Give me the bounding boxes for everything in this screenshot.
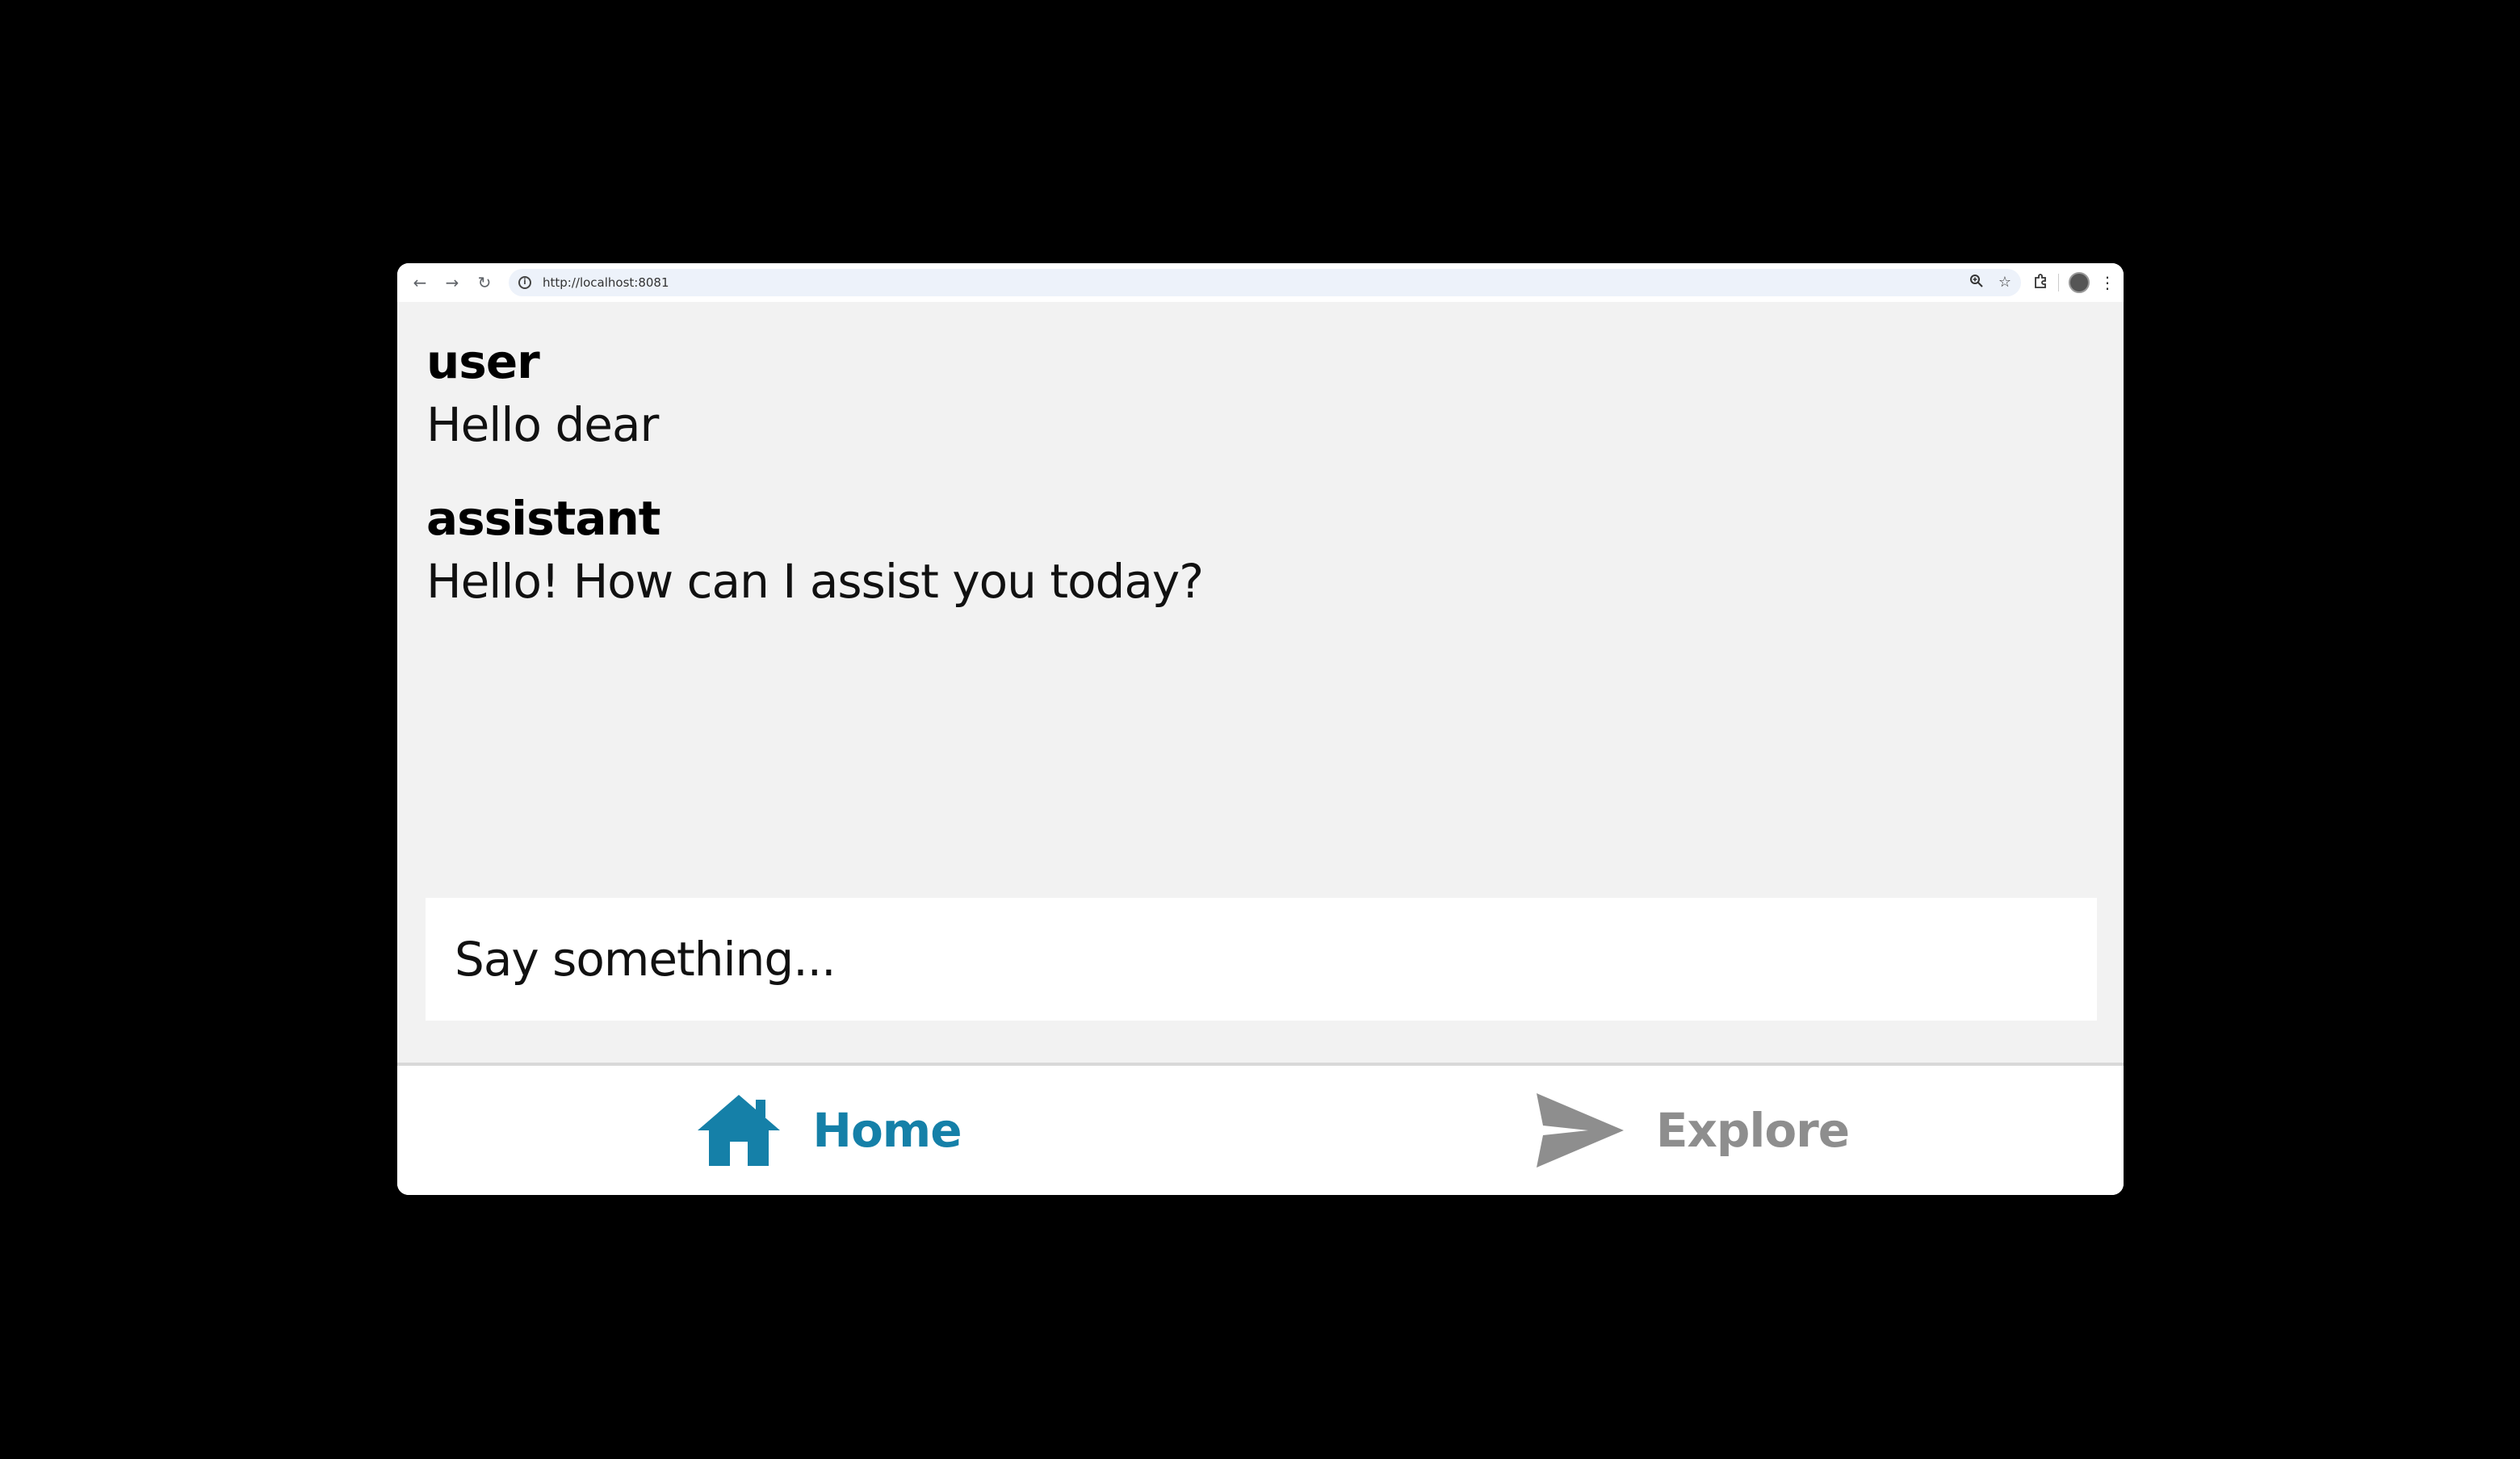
message-text: Hello dear (426, 397, 659, 452)
tab-explore-label: Explore (1655, 1103, 1850, 1158)
zoom-icon[interactable] (1969, 274, 1984, 292)
browser-toolbar: ← → ↻ i http://localhost:8081 ☆ ⋮ (397, 263, 2124, 303)
tab-home[interactable]: Home (397, 1066, 1260, 1195)
message-text: Hello! How can I assist you today? (426, 554, 1204, 609)
app-page: user Hello dear assistant Hello! How can… (397, 302, 2124, 1195)
send-icon (1536, 1093, 1624, 1168)
site-info-icon[interactable]: i (518, 276, 531, 289)
chat-history: user Hello dear assistant Hello! How can… (426, 331, 2090, 644)
reload-icon[interactable]: ↻ (468, 266, 501, 299)
address-url[interactable]: http://localhost:8081 (543, 275, 1969, 290)
profile-avatar[interactable] (2069, 272, 2090, 293)
tab-explore[interactable]: Explore (1260, 1066, 2124, 1195)
bottom-tab-bar: Home Explore (397, 1063, 2124, 1195)
message-input-container (426, 898, 2097, 1021)
message-role: assistant (426, 491, 660, 546)
address-bar[interactable]: i http://localhost:8081 ☆ (509, 269, 2021, 296)
chat-message: assistant Hello! How can I assist you to… (426, 488, 2090, 614)
toolbar-separator (2058, 274, 2059, 291)
chat-message: user Hello dear (426, 331, 2090, 457)
message-role: user (426, 334, 540, 389)
home-icon (698, 1095, 781, 1166)
forward-arrow-icon[interactable]: → (436, 266, 468, 299)
extensions-icon[interactable] (2032, 273, 2048, 292)
more-menu-icon[interactable]: ⋮ (2099, 273, 2115, 292)
browser-window: ← → ↻ i http://localhost:8081 ☆ ⋮ user H… (397, 263, 2124, 1195)
tab-home-label: Home (812, 1103, 962, 1158)
bookmark-star-icon[interactable]: ☆ (1998, 274, 2011, 292)
message-input[interactable] (426, 898, 2097, 1021)
back-arrow-icon[interactable]: ← (404, 266, 436, 299)
